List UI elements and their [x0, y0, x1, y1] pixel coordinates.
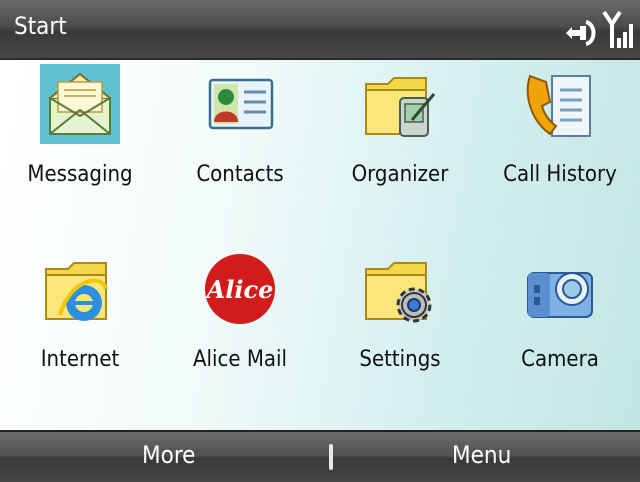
status-icons	[562, 8, 636, 50]
tile-organizer[interactable]: Organizer	[320, 60, 480, 245]
tile-label: Settings	[359, 347, 441, 372]
folder-ie-icon	[40, 249, 120, 329]
tile-label: Internet	[40, 347, 120, 372]
camera-icon	[520, 249, 600, 329]
tile-contacts[interactable]: Contacts	[160, 60, 320, 245]
title-bar: Start	[0, 0, 640, 60]
tile-label: Alice Mail	[192, 347, 288, 372]
tile-messaging[interactable]: Messaging	[0, 60, 160, 245]
phone-log-icon	[520, 64, 600, 144]
app-grid: Messaging Contacts Organizer Call Histor…	[0, 60, 640, 430]
softkey-menu-button[interactable]: Menu	[452, 441, 511, 469]
tile-alice-mail[interactable]: Alice Alice Mail	[160, 245, 320, 430]
envelope-icon	[40, 64, 120, 144]
softkey-more-button[interactable]: More	[142, 441, 195, 469]
tile-settings[interactable]: Settings	[320, 245, 480, 430]
tile-camera[interactable]: Camera	[480, 245, 640, 430]
tile-label: Call History	[503, 162, 617, 187]
tile-call-history[interactable]: Call History	[480, 60, 640, 245]
folder-gear-icon	[360, 249, 440, 329]
softkey-divider	[329, 444, 333, 470]
page-title: Start	[14, 12, 67, 40]
folder-pda-icon	[360, 64, 440, 144]
tile-label: Organizer	[351, 162, 449, 187]
signal-strength-icon	[602, 10, 636, 50]
contact-card-icon	[200, 64, 280, 144]
connection-icon	[562, 16, 598, 50]
tile-internet[interactable]: Internet	[0, 245, 160, 430]
svg-text:Alice: Alice	[205, 275, 274, 304]
start-screen: Start Messaging Contacts Organizer Call …	[0, 0, 640, 482]
tile-label: Contacts	[196, 162, 284, 187]
tile-label: Camera	[521, 347, 599, 372]
alice-logo-icon: Alice	[200, 249, 280, 329]
softkey-bar: More Menu	[0, 430, 640, 482]
tile-label: Messaging	[27, 162, 133, 187]
